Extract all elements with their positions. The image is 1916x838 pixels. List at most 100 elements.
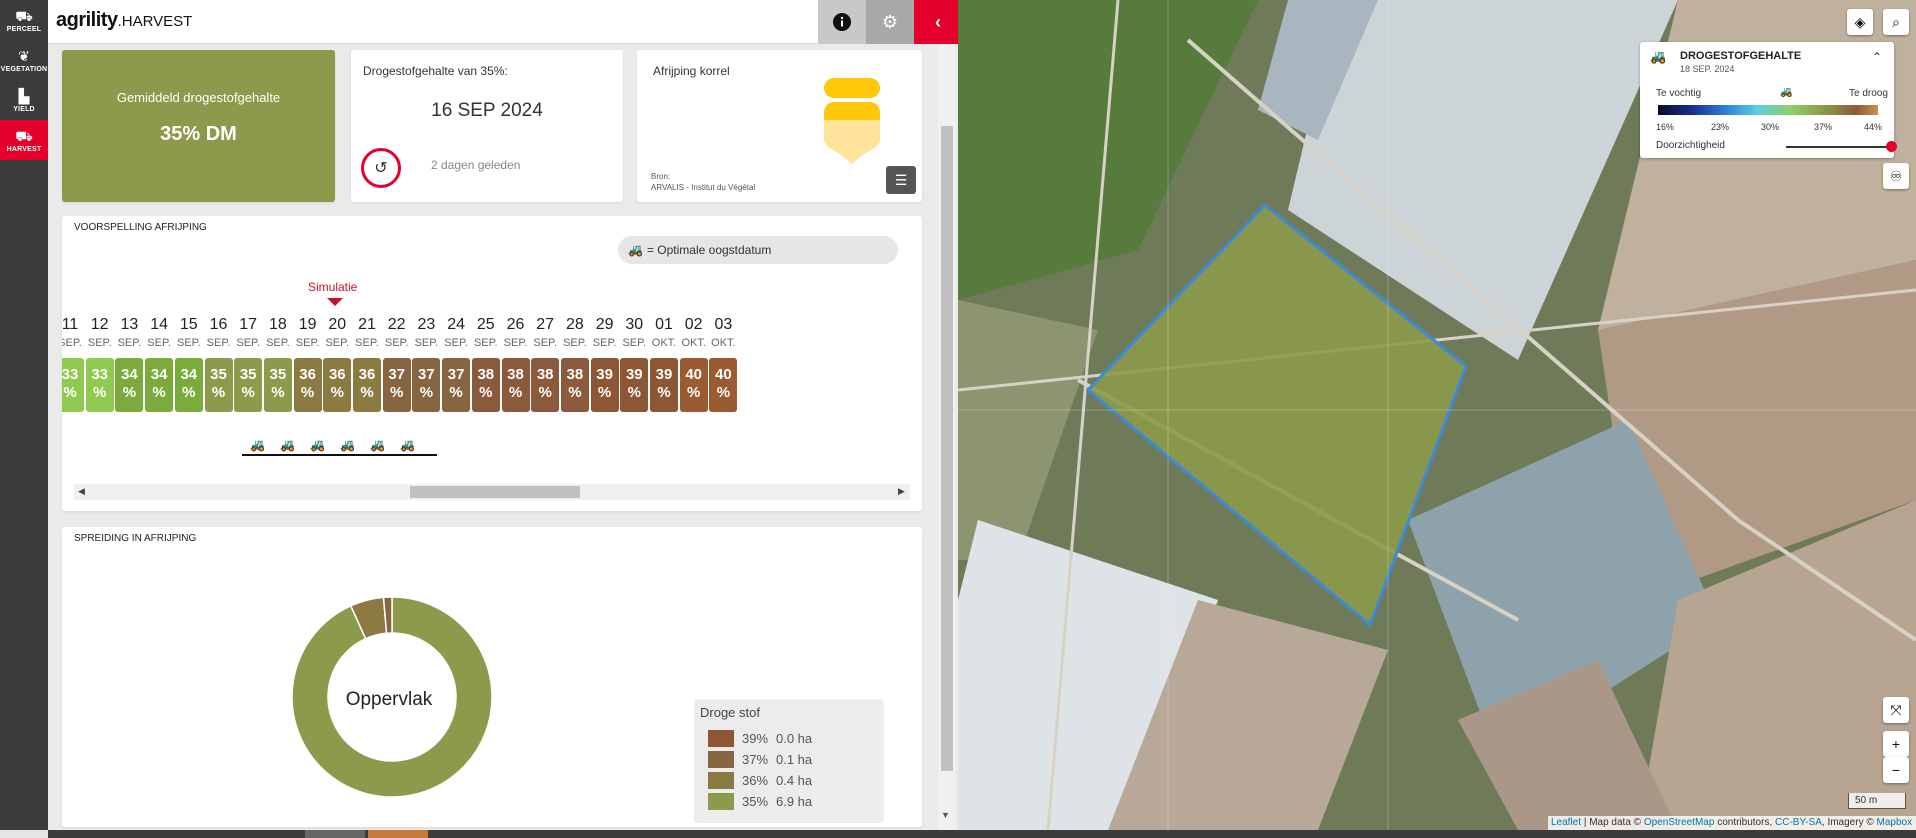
rail-item-vegetation[interactable]: ❦ VEGETATION xyxy=(0,40,48,80)
collapse-panel-button[interactable]: ‹ xyxy=(914,0,962,44)
forecast-day[interactable]: 17 SEP. 35% xyxy=(234,316,263,412)
legend-value: 0.1 ha xyxy=(776,752,813,767)
day-number: 21 xyxy=(358,316,376,333)
dm-tile-value: 34 xyxy=(121,366,138,383)
map-search-button[interactable]: ⌕ xyxy=(1883,9,1909,35)
average-dm-value: 35% DM xyxy=(160,123,237,145)
dm-tile: 40% xyxy=(709,358,738,412)
forecast-day[interactable]: 23 SEP. 37% xyxy=(412,316,441,412)
forecast-day[interactable]: 30 SEP. 39% xyxy=(620,316,649,412)
layers-icon: ◈ xyxy=(1854,13,1866,30)
dm-tile-value: 39 xyxy=(655,366,673,383)
forecast-day[interactable]: 19 SEP. 36% xyxy=(293,316,322,412)
forecast-day[interactable]: 16 SEP. 35% xyxy=(204,316,233,412)
day-number: 02 xyxy=(684,316,703,333)
list-button[interactable]: ☰ xyxy=(886,166,916,194)
day-number: 28 xyxy=(565,316,584,333)
forecast-day[interactable]: 11 SEP. 33% xyxy=(62,316,84,412)
license-link[interactable]: CC-BY-SA xyxy=(1775,817,1822,828)
dm-tile-percent: % xyxy=(508,384,523,401)
dm-tile: 34% xyxy=(115,358,144,412)
dm-tile-percent: % xyxy=(93,384,107,401)
dm-tile: 35% xyxy=(234,358,263,412)
forecast-day[interactable]: 14 SEP. 34% xyxy=(145,316,174,412)
legend-row: 35% 6.9 ha xyxy=(700,791,878,812)
chevron-left-icon: ‹ xyxy=(935,11,941,32)
forecast-day[interactable]: 24 SEP. 37% xyxy=(442,316,471,412)
donut-center-label: Oppervlak xyxy=(345,689,433,710)
dm-date-value: 16 SEP 2024 xyxy=(431,100,543,121)
scroll-down-arrow[interactable]: ▼ xyxy=(941,810,950,820)
rail-item-perceel[interactable]: ⛟ PERCEEL xyxy=(0,0,48,40)
dm-tile: 38% xyxy=(501,358,530,412)
zoom-out-button[interactable]: − xyxy=(1883,757,1909,783)
forecast-day[interactable]: 21 SEP. 36% xyxy=(353,316,381,412)
harvester-icon: 🚜 xyxy=(400,438,415,452)
dm-date-card: Drogestofgehalte van 35%: 16 SEP 2024 ↺ … xyxy=(351,50,623,202)
horizontal-scroll-thumb[interactable] xyxy=(410,486,580,498)
forecast-day[interactable]: 29 SEP. 39% xyxy=(590,316,619,412)
scroll-left-arrow[interactable]: ◀ xyxy=(78,486,85,497)
day-number: 11 xyxy=(62,316,79,333)
dm-tile-percent: % xyxy=(330,384,344,401)
legend-swatch xyxy=(708,772,734,789)
map-pin-button[interactable]: ♾ xyxy=(1883,163,1909,189)
forecast-day[interactable]: 25 SEP. 38% xyxy=(471,316,500,412)
dm-tile-percent: % xyxy=(182,384,196,401)
minus-icon: − xyxy=(1891,762,1901,778)
rail-item-harvest[interactable]: ⛟ HARVEST xyxy=(0,120,48,160)
opacity-slider-handle[interactable] xyxy=(1886,141,1897,152)
dm-tile-percent: % xyxy=(211,384,226,401)
vertical-scroll-thumb[interactable] xyxy=(941,126,953,771)
dm-tile: 39% xyxy=(650,358,678,412)
ripening-forecast-card: VOORSPELLING AFRIJPING 🚜 = Optimale oogs… xyxy=(62,216,922,511)
forecast-day[interactable]: 12 SEP. 33% xyxy=(85,316,114,412)
day-number: 14 xyxy=(150,316,168,333)
rail-item-yield[interactable]: ▙ YIELD xyxy=(0,80,48,120)
forecast-day[interactable]: 28 SEP. 38% xyxy=(560,316,589,412)
forecast-day[interactable]: 15 SEP. 34% xyxy=(174,316,203,412)
forecast-day[interactable]: 26 SEP. 38% xyxy=(501,316,530,412)
forecast-day[interactable]: 01 OKT. 39% xyxy=(650,316,678,412)
bottom-tab-active[interactable] xyxy=(368,830,428,838)
settings-button[interactable]: ⚙ xyxy=(866,0,914,44)
gradient-stop: 44% xyxy=(1864,122,1883,132)
mapbox-link[interactable]: Mapbox xyxy=(1877,817,1913,828)
forecast-day[interactable]: 13 SEP. 34% xyxy=(115,316,144,412)
dm-tile: 33% xyxy=(85,358,114,412)
zoom-in-button[interactable]: + xyxy=(1883,731,1909,757)
dm-tile-percent: % xyxy=(538,384,552,401)
forecast-day[interactable]: 02 OKT. 40% xyxy=(679,316,708,412)
bottom-tab[interactable] xyxy=(305,830,365,838)
day-number: 25 xyxy=(476,316,495,333)
legend-swatch xyxy=(708,730,734,747)
forecast-day[interactable]: 22 SEP. 37% xyxy=(382,316,411,412)
opacity-slider-track[interactable] xyxy=(1786,146,1894,148)
info-button[interactable] xyxy=(818,0,866,44)
dm-tile-percent: % xyxy=(300,384,315,401)
forecast-days[interactable]: 11SEP.33%12SEP.33%13SEP.34%14SEP.34%15SE… xyxy=(62,316,922,436)
forecast-day[interactable]: 03 OKT. 40% xyxy=(709,316,738,412)
forecast-day[interactable]: 20 SEP. 36% xyxy=(323,316,352,412)
dm-tile-percent: % xyxy=(627,384,641,401)
dm-tile-percent: % xyxy=(152,384,166,401)
dm-tile: 36% xyxy=(293,358,322,412)
history-button[interactable]: ↺ xyxy=(361,148,401,188)
layers-button[interactable]: ◈ xyxy=(1847,9,1873,35)
scroll-right-arrow[interactable]: ▶ xyxy=(898,486,905,497)
forecast-day[interactable]: 18 SEP. 35% xyxy=(263,316,292,412)
day-month: OKT. xyxy=(651,337,677,349)
fullscreen-button[interactable]: ⤧ xyxy=(1883,697,1909,723)
fullscreen-icon: ⤧ xyxy=(1890,701,1902,718)
day-number: 15 xyxy=(179,316,198,333)
forecast-day[interactable]: 27 SEP. 38% xyxy=(531,316,560,412)
harvester-icon: 🚜 xyxy=(250,438,265,452)
chevron-up-icon[interactable]: ⌃ xyxy=(1872,50,1882,64)
osm-link[interactable]: OpenStreetMap xyxy=(1644,817,1715,828)
day-month: SEP. xyxy=(444,337,468,349)
dm-tile-value: 38 xyxy=(536,366,554,383)
day-number: 18 xyxy=(268,316,287,333)
leaflet-link[interactable]: Leaflet xyxy=(1551,817,1581,828)
dm-tile-value: 33 xyxy=(62,366,79,383)
dm-tile-value: 40 xyxy=(715,366,732,383)
